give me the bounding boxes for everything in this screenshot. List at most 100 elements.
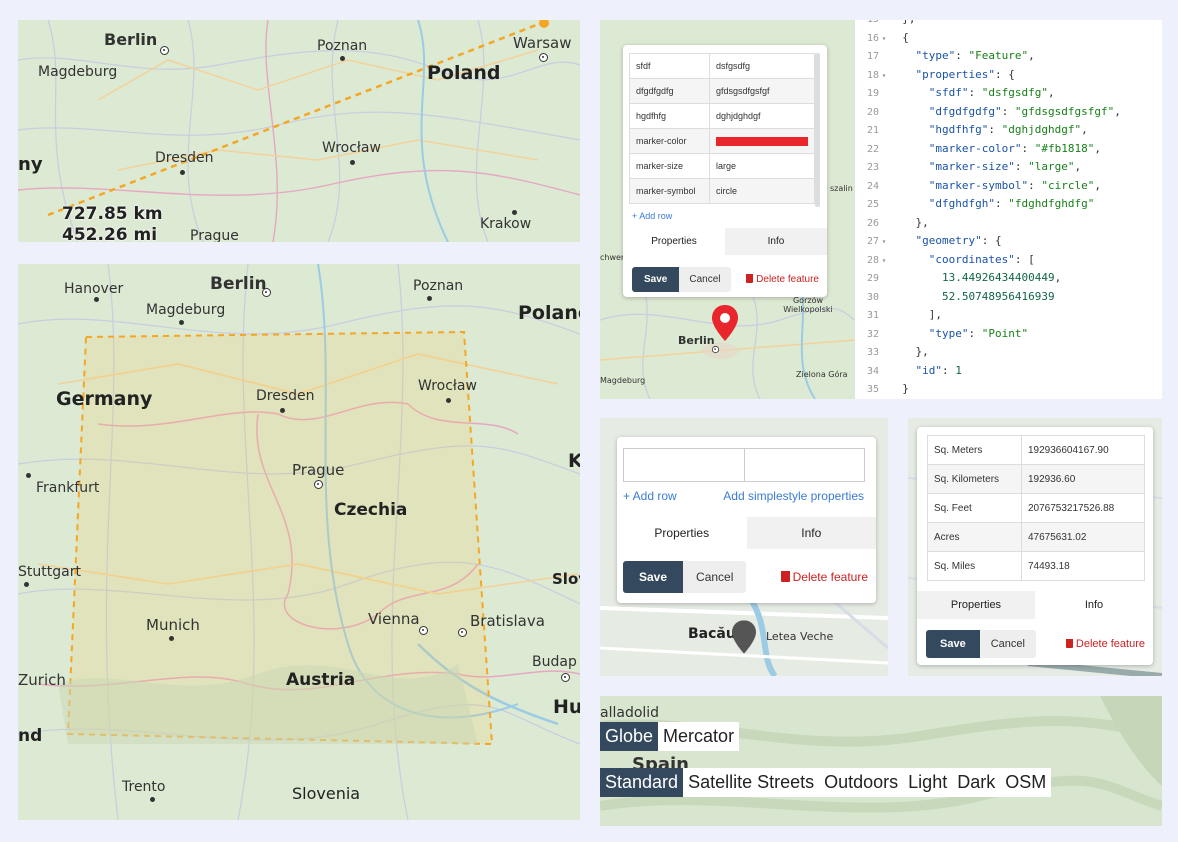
- city-marker-icon: [26, 473, 31, 478]
- measure-label: Sq. Miles: [927, 551, 1022, 581]
- area-map-panel[interactable]: Hanover Berlin Poznan Magdeburg Polanc G…: [18, 264, 580, 820]
- city-label: Letea Veche: [766, 630, 834, 643]
- line-number: 20: [866, 106, 879, 118]
- tab-info[interactable]: Info: [725, 228, 827, 255]
- style-option[interactable]: Satellite Streets: [683, 768, 820, 797]
- save-button[interactable]: Save: [926, 630, 980, 658]
- measure-label: Acres: [927, 522, 1022, 552]
- feature-popup-panel[interactable]: chwer szalin Gorzów Wielkopolski Berlin …: [600, 20, 855, 399]
- code-line[interactable]: 28 ▾ "coordinates": [: [855, 251, 1162, 270]
- style-option[interactable]: Outdoors: [819, 768, 904, 797]
- code-line[interactable]: 31 ],: [855, 306, 1162, 325]
- property-key-field[interactable]: sfdf: [629, 53, 710, 79]
- delete-feature-button[interactable]: Delete feature: [1065, 638, 1145, 650]
- fold-toggle-icon[interactable]: ▾: [879, 252, 889, 271]
- code-line[interactable]: 32 "type": "Point": [855, 325, 1162, 344]
- country-label: Slovenia: [292, 784, 361, 803]
- line-number: 22: [866, 143, 879, 155]
- scrollbar[interactable]: [815, 53, 820, 207]
- code-line[interactable]: 30 52.50748956416939: [855, 288, 1162, 307]
- code-line[interactable]: 15 },: [855, 20, 1162, 29]
- geojson-editor[interactable]: 15 },16▾ {17 "type": "Feature",18▾ "prop…: [855, 20, 1162, 399]
- style-option[interactable]: Standard: [600, 768, 684, 797]
- code-line[interactable]: 22 "marker-color": "#fb1818",: [855, 140, 1162, 159]
- code-text: },: [889, 215, 929, 229]
- color-picker[interactable]: [709, 128, 815, 154]
- popup-tabs: Properties Info: [617, 517, 876, 549]
- property-key-field[interactable]: marker-color: [629, 128, 710, 154]
- save-button[interactable]: Save: [632, 267, 680, 292]
- code-line[interactable]: 21 "hgdfhfg": "dghjdghdgf",: [855, 121, 1162, 140]
- code-line[interactable]: 23 "marker-size": "large",: [855, 158, 1162, 177]
- table-row: Sq. Miles 74493.18: [927, 551, 1145, 581]
- info-popup-panel[interactable]: Sq. Meters 192936604167.90 Sq. Kilometers…: [908, 418, 1162, 676]
- add-row-link[interactable]: + Add row: [623, 489, 677, 503]
- property-key-field[interactable]: dfgdfgdfg: [629, 78, 710, 104]
- code-line[interactable]: 26 },: [855, 214, 1162, 233]
- map-marker-icon[interactable]: [732, 620, 756, 654]
- trash-icon: [1065, 639, 1073, 648]
- style-option[interactable]: Light: [903, 768, 953, 797]
- city-label: Hanover: [64, 281, 124, 297]
- projection-option[interactable]: Mercator: [658, 722, 740, 751]
- tab-properties[interactable]: Properties: [623, 228, 725, 255]
- popup-actions: Save Cancel Delete feature: [632, 267, 827, 292]
- property-value-field[interactable]: circle: [709, 178, 815, 204]
- code-line[interactable]: 19 "sfdf": "dsfgsdfg",: [855, 84, 1162, 103]
- code-line[interactable]: 18 ▾ "properties": {: [855, 66, 1162, 85]
- add-simplestyle-link[interactable]: Add simplestyle properties: [723, 489, 864, 503]
- cancel-button[interactable]: Cancel: [683, 561, 747, 593]
- property-key-field[interactable]: hgdfhfg: [629, 103, 710, 129]
- style-option[interactable]: Dark: [952, 768, 1001, 797]
- code-line[interactable]: 33 },: [855, 343, 1162, 362]
- measure-label: Sq. Kilometers: [927, 464, 1022, 494]
- code-line[interactable]: 35 }: [855, 380, 1162, 399]
- city-label: Prague: [292, 461, 345, 479]
- code-line[interactable]: 27 ▾ "geometry": {: [855, 232, 1162, 251]
- code-line[interactable]: 20 "dfgdfgdfg": "gfdsgsdfgsfgf",: [855, 103, 1162, 122]
- style-option[interactable]: OSM: [1000, 768, 1052, 797]
- property-key-field[interactable]: marker-symbol: [629, 178, 710, 204]
- code-line[interactable]: 16 ▾ {: [855, 29, 1162, 48]
- code-text: "marker-symbol": "circle",: [928, 178, 1101, 192]
- city-label: szalin: [830, 184, 853, 193]
- cancel-button[interactable]: Cancel: [979, 630, 1036, 658]
- fold-toggle-icon[interactable]: ▾: [879, 30, 889, 49]
- add-row-link[interactable]: + Add row: [632, 211, 672, 221]
- fold-toggle-icon[interactable]: ▾: [879, 233, 889, 252]
- cancel-button[interactable]: Cancel: [679, 267, 731, 292]
- style-switcher-panel[interactable]: alladolid Spain Globe Mercator Standard …: [600, 696, 1162, 826]
- delete-feature-button[interactable]: Delete feature: [780, 570, 868, 584]
- save-button[interactable]: Save: [623, 561, 684, 593]
- properties-table-scroll[interactable]: sfdf dsfgsdfg dfgdfgdfg gfdsgsdfgsfgf hgdf…: [629, 53, 815, 207]
- fold-toggle-icon[interactable]: ▾: [879, 67, 889, 86]
- code-line[interactable]: 25 "dfghdfgh": "fdghdfghdfg": [855, 195, 1162, 214]
- feature-popup: Sq. Meters 192936604167.90 Sq. Kilometers…: [917, 427, 1153, 665]
- property-key-input[interactable]: [624, 449, 745, 481]
- property-value-field[interactable]: large: [709, 153, 815, 179]
- capital-marker-icon: [314, 480, 323, 489]
- tab-properties[interactable]: Properties: [917, 591, 1035, 619]
- code-line[interactable]: 17 "type": "Feature",: [855, 47, 1162, 66]
- table-row: dfgdfgdfg gfdsgsdfgsfgf: [629, 78, 815, 104]
- line-number: 34: [866, 365, 879, 377]
- city-label: Stuttgart: [18, 564, 81, 580]
- distance-map-panel[interactable]: Berlin Poznan Warsaw Magdeburg Poland ny…: [18, 20, 580, 242]
- property-value-input[interactable]: [745, 449, 865, 481]
- code-text: ],: [889, 308, 942, 321]
- code-line[interactable]: 34 "id": 1: [855, 362, 1162, 381]
- new-feature-popup-panel[interactable]: Bacău Letea Veche + Add row Add simplest…: [600, 418, 888, 676]
- line-number: 26: [866, 217, 879, 229]
- delete-feature-button[interactable]: Delete feature: [746, 274, 819, 285]
- tab-properties[interactable]: Properties: [617, 517, 747, 549]
- code-line[interactable]: 24 "marker-symbol": "circle",: [855, 177, 1162, 196]
- code-line[interactable]: 29 13.44926434400449,: [855, 269, 1162, 288]
- map-marker-icon[interactable]: [712, 305, 738, 341]
- property-key-field[interactable]: marker-size: [629, 153, 710, 179]
- projection-option[interactable]: Globe: [600, 722, 659, 751]
- tab-info[interactable]: Info: [1035, 591, 1153, 619]
- property-value-field[interactable]: dghjdghdgf: [709, 103, 815, 129]
- property-value-field[interactable]: dsfgsdfg: [709, 53, 815, 79]
- property-value-field[interactable]: gfdsgsdfgsfgf: [709, 78, 815, 104]
- tab-info[interactable]: Info: [746, 517, 876, 549]
